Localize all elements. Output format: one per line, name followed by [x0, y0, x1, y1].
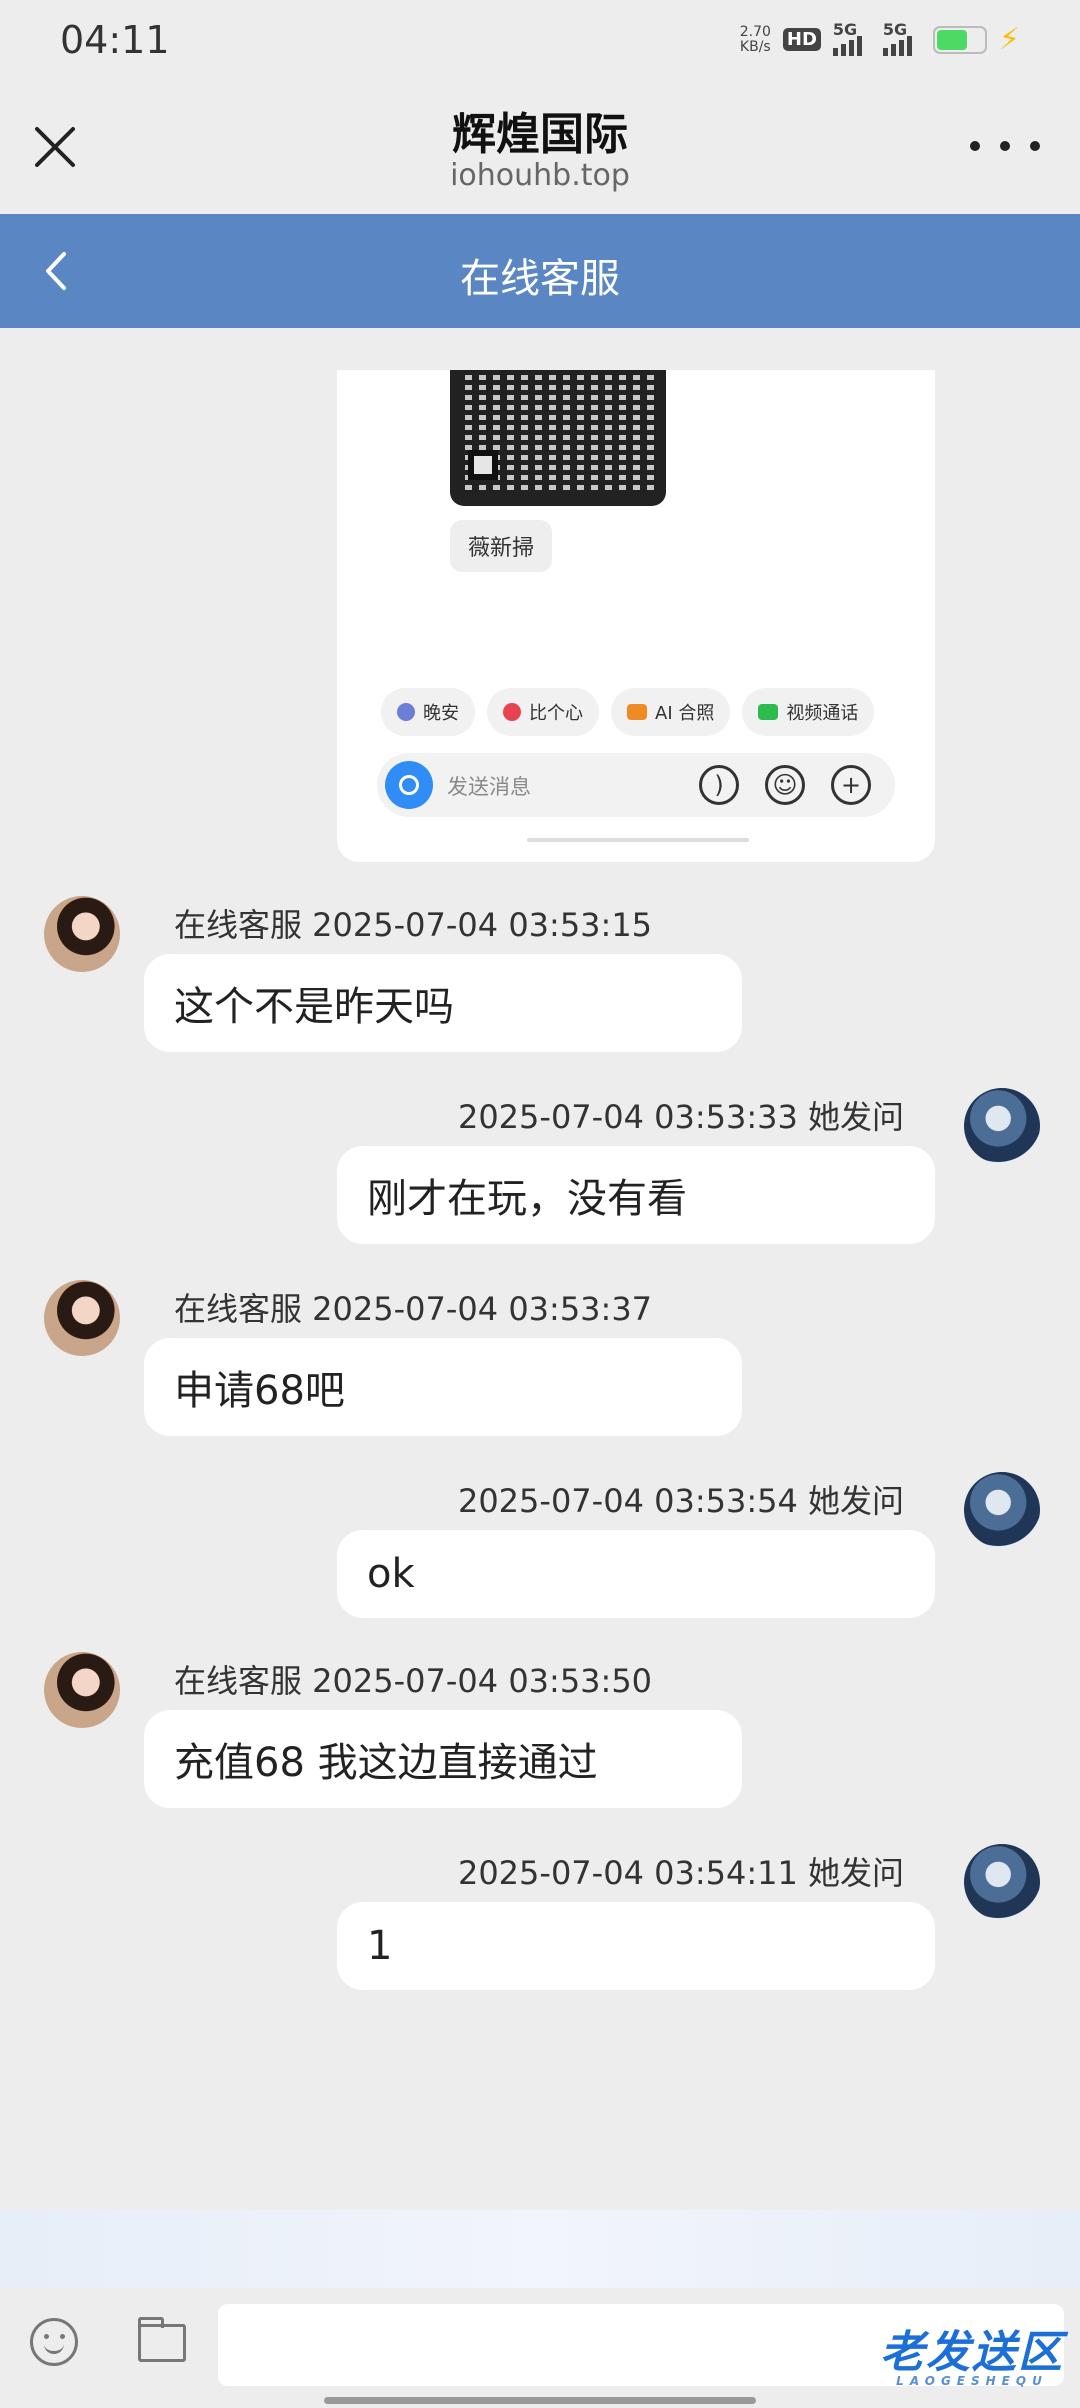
page-url: iohouhb.top: [450, 158, 630, 193]
quick-reply-chip: 视频通话: [742, 688, 875, 736]
signal-icon: 5G: [832, 20, 871, 56]
moon-icon: [397, 703, 415, 721]
folder-icon[interactable]: [138, 2317, 186, 2362]
message-meta: 2025-07-04 03:53:33 她发问: [457, 1098, 904, 1136]
emoji-icon[interactable]: [30, 2318, 78, 2366]
user-avatar[interactable]: [964, 1844, 1040, 1920]
more-dots-icon: [970, 141, 980, 151]
chat-title: 在线客服: [460, 256, 620, 302]
agent-avatar[interactable]: [44, 1280, 120, 1356]
user-message-bubble[interactable]: ok: [337, 1530, 935, 1618]
smile-icon: ☺: [765, 765, 805, 805]
user-message-bubble[interactable]: 刚才在玩，没有看: [337, 1146, 935, 1244]
user-avatar[interactable]: [964, 1472, 1040, 1548]
message-list[interactable]: 薇新掃 晚安 比个心 AI 合照 视频通话 发送消息 ) ☺ + 在线客服 20…: [0, 328, 1080, 2208]
chat-header: 在线客服: [0, 214, 1080, 328]
user-message-bubble[interactable]: 1: [337, 1902, 935, 1990]
agent-avatar[interactable]: [44, 1652, 120, 1728]
message-meta: 2025-07-04 03:54:11 她发问: [457, 1854, 904, 1892]
title-bar: 辉煌国际 iohouhb.top: [0, 82, 1080, 214]
embedded-input-bar: 发送消息 ) ☺ +: [377, 753, 895, 817]
plus-icon: +: [831, 765, 871, 805]
video-call-icon: [758, 704, 779, 720]
photo-icon: [627, 704, 647, 720]
heart-icon: [503, 703, 521, 721]
qr-label: 薇新掃: [450, 520, 553, 572]
status-bar: 04:11 2.70 KB/s HD 5G 5G ⚡: [0, 0, 1080, 82]
input-bar: 老发送区 LAOGESHEQU: [0, 2288, 1080, 2408]
quick-reply-chip: 比个心: [487, 688, 599, 736]
quick-reply-row: 晚安 比个心 AI 合照 视频通话: [381, 688, 903, 738]
bottom-banner: [0, 2210, 1080, 2288]
voice-icon: ): [699, 765, 739, 805]
image-message[interactable]: 薇新掃 晚安 比个心 AI 合照 视频通话 发送消息 ) ☺ +: [337, 370, 935, 862]
home-indicator[interactable]: [324, 2397, 756, 2404]
message-meta: 2025-07-04 03:53:54 她发问: [457, 1482, 904, 1520]
message-meta: 在线客服 2025-07-04 03:53:50: [174, 1662, 653, 1700]
charging-icon: ⚡: [998, 22, 1020, 57]
status-time: 04:11: [60, 18, 170, 62]
page-title: 辉煌国际: [452, 109, 628, 160]
page: 04:11 2.70 KB/s HD 5G 5G ⚡ 辉煌国际 iohouhb.…: [0, 0, 1080, 2408]
quick-reply-chip: 晚安: [381, 688, 475, 736]
network-speed: 2.70 KB/s: [739, 23, 771, 55]
user-avatar[interactable]: [964, 1088, 1040, 1164]
agent-message-bubble[interactable]: 申请68吧: [144, 1338, 742, 1436]
more-button[interactable]: [970, 126, 1040, 166]
signal-icon: 5G: [882, 20, 921, 56]
quick-reply-chip: AI 合照: [611, 688, 731, 736]
battery-icon: [932, 25, 987, 54]
message-meta: 在线客服 2025-07-04 03:53:37: [174, 1290, 653, 1328]
agent-message-bubble[interactable]: 充值68 我这边直接通过: [144, 1710, 742, 1808]
embedded-input-placeholder: 发送消息: [447, 775, 531, 799]
qr-code-image[interactable]: [450, 370, 666, 506]
camera-icon: [385, 761, 433, 809]
agent-message-bubble[interactable]: 这个不是昨天吗: [144, 954, 742, 1052]
watermark-logo: 老发送区 LAOGESHEQU: [880, 2327, 1064, 2388]
message-meta: 在线客服 2025-07-04 03:53:15: [174, 906, 653, 944]
status-icons: 2.70 KB/s HD 5G 5G ⚡: [739, 20, 1020, 58]
hd-icon: HD: [782, 28, 821, 51]
agent-avatar[interactable]: [44, 896, 120, 972]
